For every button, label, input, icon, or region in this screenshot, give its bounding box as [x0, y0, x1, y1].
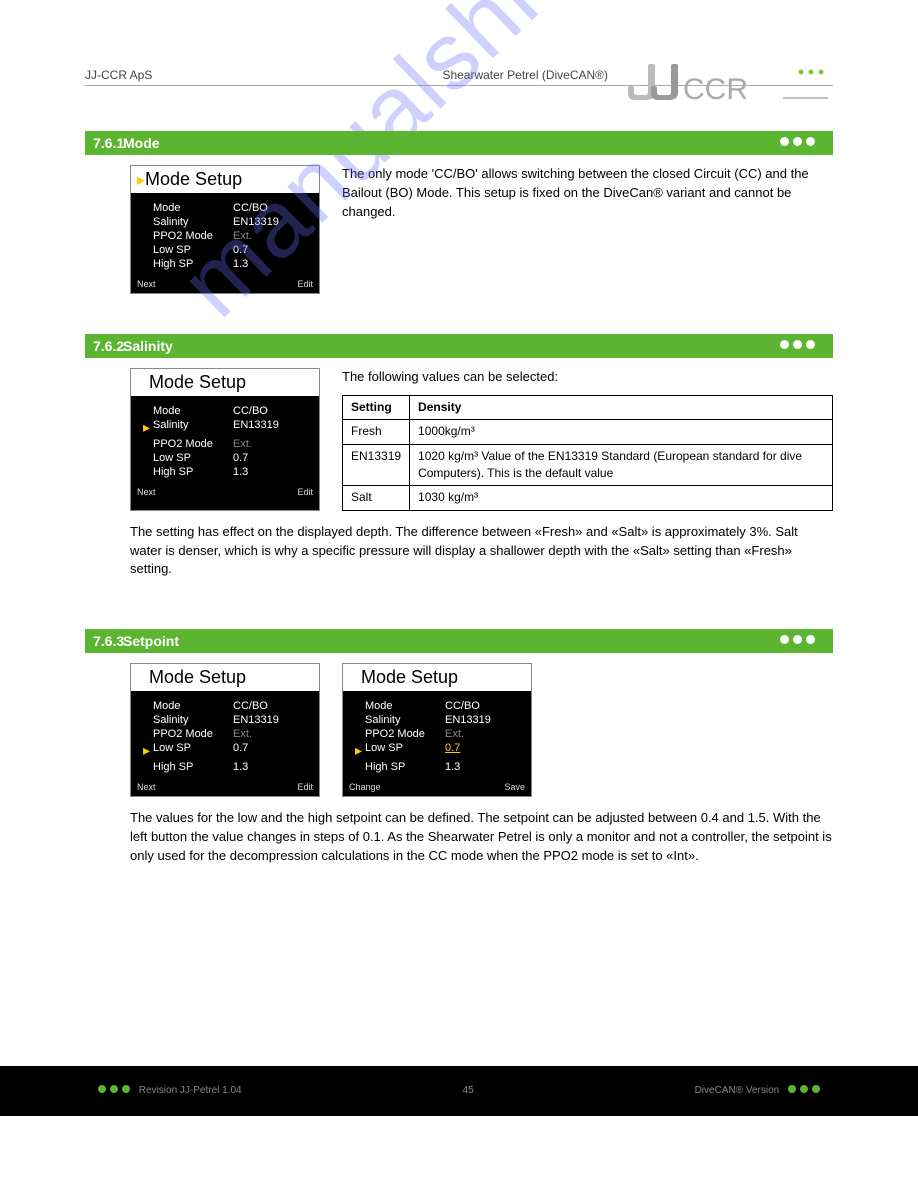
ss-row: PPO2 ModeExt.	[135, 437, 315, 451]
ss-row: SalinityEN13319	[135, 215, 315, 229]
jjccr-logo: CCR	[623, 58, 833, 108]
ss-row: ModeCC/BO	[135, 201, 315, 215]
svg-text:CCR: CCR	[683, 73, 748, 106]
ss-footer: Next Edit	[131, 778, 319, 796]
footer: Revision JJ-Petrel 1.04 45 DiveCAN® Vers…	[0, 1066, 918, 1116]
footer-dots-icon	[98, 1085, 130, 1093]
arrow-icon: ▸	[137, 172, 145, 189]
footer-page-number: 45	[463, 1085, 474, 1096]
table-row: Salt1030 kg/m³	[343, 486, 833, 510]
ss-row: PPO2 ModeExt.	[135, 727, 315, 741]
screenshot-mode: ▸Mode Setup ModeCC/BO SalinityEN13319 PP…	[130, 165, 320, 294]
salinity-table: SettingDensity Fresh1000kg/m³ EN13319102…	[342, 395, 833, 511]
section-bar-mode: 7.6.1 Mode	[85, 131, 833, 155]
section-bar-salinity: 7.6.2 Salinity	[85, 334, 833, 358]
ss-save-label: Save	[504, 782, 525, 792]
ss-row: PPO2 ModeExt.	[347, 727, 527, 741]
ss-row: Low SP0.7	[135, 243, 315, 257]
ss-row: High SP1.3	[347, 760, 527, 774]
ss-row: Low SP0.7	[135, 451, 315, 465]
ss-row: ModeCC/BO	[347, 699, 527, 713]
header-right: Shearwater Petrel (DiveCAN®)	[442, 68, 608, 82]
ss-row: ModeCC/BO	[135, 699, 315, 713]
bar-dots-icon	[780, 137, 815, 146]
screenshot-setpoint-a: Mode Setup ModeCC/BO SalinityEN13319 PPO…	[130, 663, 320, 797]
ss-row: ▸SalinityEN13319	[135, 418, 315, 437]
ss-row: SalinityEN13319	[135, 713, 315, 727]
ss-footer: Change Save	[343, 778, 531, 796]
ss-title: ▸Mode Setup	[131, 166, 319, 193]
ss-change-label: Change	[349, 782, 381, 792]
arrow-icon: ▸	[355, 742, 365, 759]
footer-right-text: DiveCAN® Version	[695, 1085, 780, 1096]
ss-footer: Next Edit	[131, 483, 319, 501]
ss-title: Mode Setup	[131, 369, 319, 396]
table-row: Fresh1000kg/m³	[343, 420, 833, 444]
ss-next-label: Next	[137, 279, 156, 289]
section-text: The only mode 'CC/BO' allows switching b…	[342, 165, 833, 294]
footer-left-text: Revision JJ-Petrel 1.04	[139, 1085, 242, 1096]
ss-row: PPO2 ModeExt.	[135, 229, 315, 243]
bar-dots-icon	[780, 635, 815, 644]
table-row: EN133191020 kg/m³ Value of the EN13319 S…	[343, 444, 833, 486]
arrow-icon: ▸	[143, 742, 153, 759]
ss-edit-label: Edit	[297, 487, 313, 497]
ss-next-label: Next	[137, 487, 156, 497]
section-text-after: The values for the low and the high setp…	[130, 809, 833, 866]
ss-next-label: Next	[137, 782, 156, 792]
arrow-icon: ▸	[143, 419, 153, 436]
ss-edit-label: Edit	[297, 279, 313, 289]
ss-row: SalinityEN13319	[347, 713, 527, 727]
section-bar-setpoint: 7.6.3 Setpoint	[85, 629, 833, 653]
ss-footer: Next Edit	[131, 275, 319, 293]
ss-title: Mode Setup	[131, 664, 319, 691]
ss-title: Mode Setup	[343, 664, 531, 691]
ss-row: High SP1.3	[135, 465, 315, 479]
bar-dots-icon	[780, 340, 815, 349]
header-left: JJ-CCR ApS	[85, 68, 152, 82]
ss-edit-label: Edit	[297, 782, 313, 792]
ss-row: ▸Low SP0.7	[135, 741, 315, 760]
ss-row: ▸Low SP0.7	[347, 741, 527, 760]
footer-dots-icon	[788, 1085, 820, 1093]
ss-row: ModeCC/BO	[135, 404, 315, 418]
screenshot-salinity: Mode Setup ModeCC/BO ▸SalinityEN13319 PP…	[130, 368, 320, 511]
screenshot-setpoint-b: Mode Setup ModeCC/BO SalinityEN13319 PPO…	[342, 663, 532, 797]
section-text-after: The setting has effect on the displayed …	[130, 523, 833, 580]
ss-row: High SP1.3	[135, 257, 315, 271]
ss-row: High SP1.3	[135, 760, 315, 774]
section-text: The following values can be selected: Se…	[342, 368, 833, 511]
